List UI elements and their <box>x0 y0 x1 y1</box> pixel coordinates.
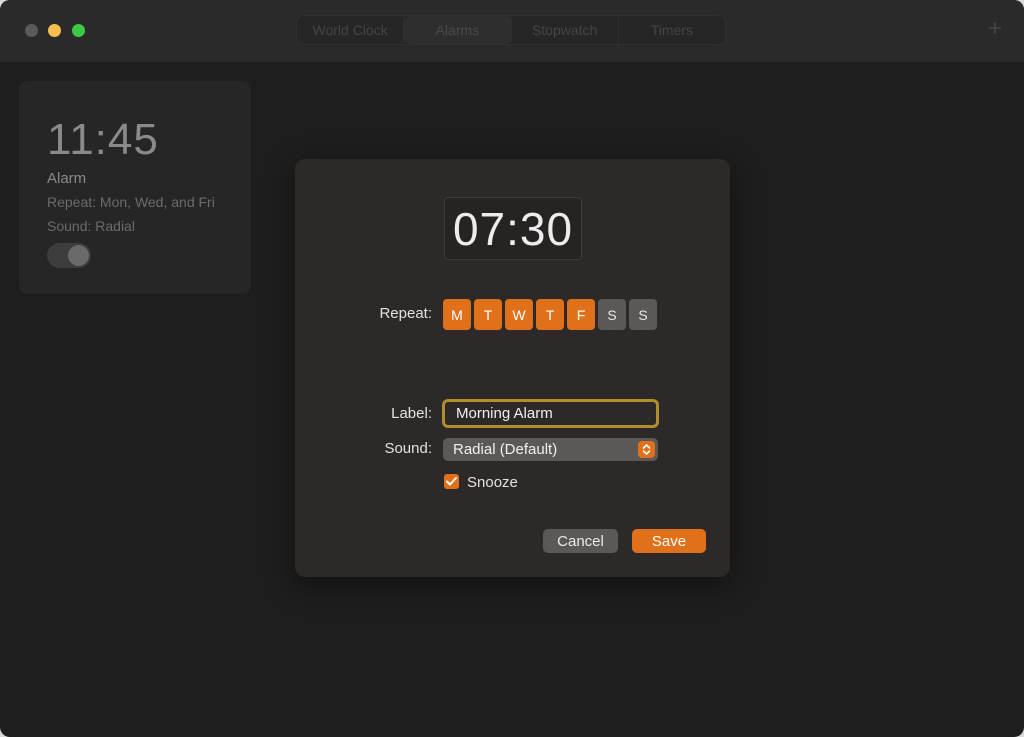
tab-timers[interactable]: Timers <box>619 16 725 44</box>
day-thursday-button[interactable]: T <box>536 299 564 330</box>
tab-world-clock[interactable]: World Clock <box>297 16 405 44</box>
alarm-enabled-toggle[interactable] <box>47 243 91 268</box>
clock-app-window: World Clock Alarms Stopwatch Timers + 11… <box>0 0 1024 737</box>
label-field-label: Label: <box>391 405 432 422</box>
day-friday-button[interactable]: F <box>567 299 595 330</box>
edit-alarm-dialog: 07:30 Repeat: M T W T F S S Label: Sound… <box>295 159 730 577</box>
snooze-label: Snooze <box>467 474 518 491</box>
tab-stopwatch[interactable]: Stopwatch <box>512 16 619 44</box>
tab-bar: World Clock Alarms Stopwatch Timers <box>296 15 726 45</box>
alarm-title: Alarm <box>47 170 87 187</box>
add-alarm-button[interactable]: + <box>988 17 1002 41</box>
toggle-knob <box>68 245 89 266</box>
tab-alarms[interactable]: Alarms <box>404 16 512 44</box>
sound-field-label: Sound: <box>384 440 432 457</box>
day-wednesday-button[interactable]: W <box>505 299 533 330</box>
save-button[interactable]: Save <box>632 529 706 553</box>
cancel-button[interactable]: Cancel <box>543 529 618 553</box>
alarm-card[interactable]: 11:45 Alarm Repeat: Mon, Wed, and Fri So… <box>19 81 251 294</box>
title-bar: World Clock Alarms Stopwatch Timers + <box>0 0 1024 62</box>
repeat-label: Repeat: <box>379 305 432 322</box>
close-window-button[interactable] <box>25 24 38 37</box>
chevron-up-down-icon <box>638 441 655 458</box>
checkmark-icon <box>446 477 457 486</box>
day-saturday-button[interactable]: S <box>598 299 626 330</box>
minimize-window-button[interactable] <box>48 24 61 37</box>
day-monday-button[interactable]: M <box>443 299 471 330</box>
time-picker[interactable]: 07:30 <box>444 197 582 260</box>
sound-select[interactable]: Radial (Default) <box>443 438 658 461</box>
day-tuesday-button[interactable]: T <box>474 299 502 330</box>
day-sunday-button[interactable]: S <box>629 299 657 330</box>
zoom-window-button[interactable] <box>72 24 85 37</box>
alarm-label-input[interactable] <box>442 399 659 428</box>
snooze-checkbox[interactable] <box>444 474 459 489</box>
sound-select-value: Radial (Default) <box>453 441 558 458</box>
alarm-time: 11:45 <box>47 115 159 164</box>
repeat-days: M T W T F S S <box>443 299 657 330</box>
alarm-repeat: Repeat: Mon, Wed, and Fri <box>47 194 215 210</box>
alarm-sound: Sound: Radial <box>47 218 135 234</box>
